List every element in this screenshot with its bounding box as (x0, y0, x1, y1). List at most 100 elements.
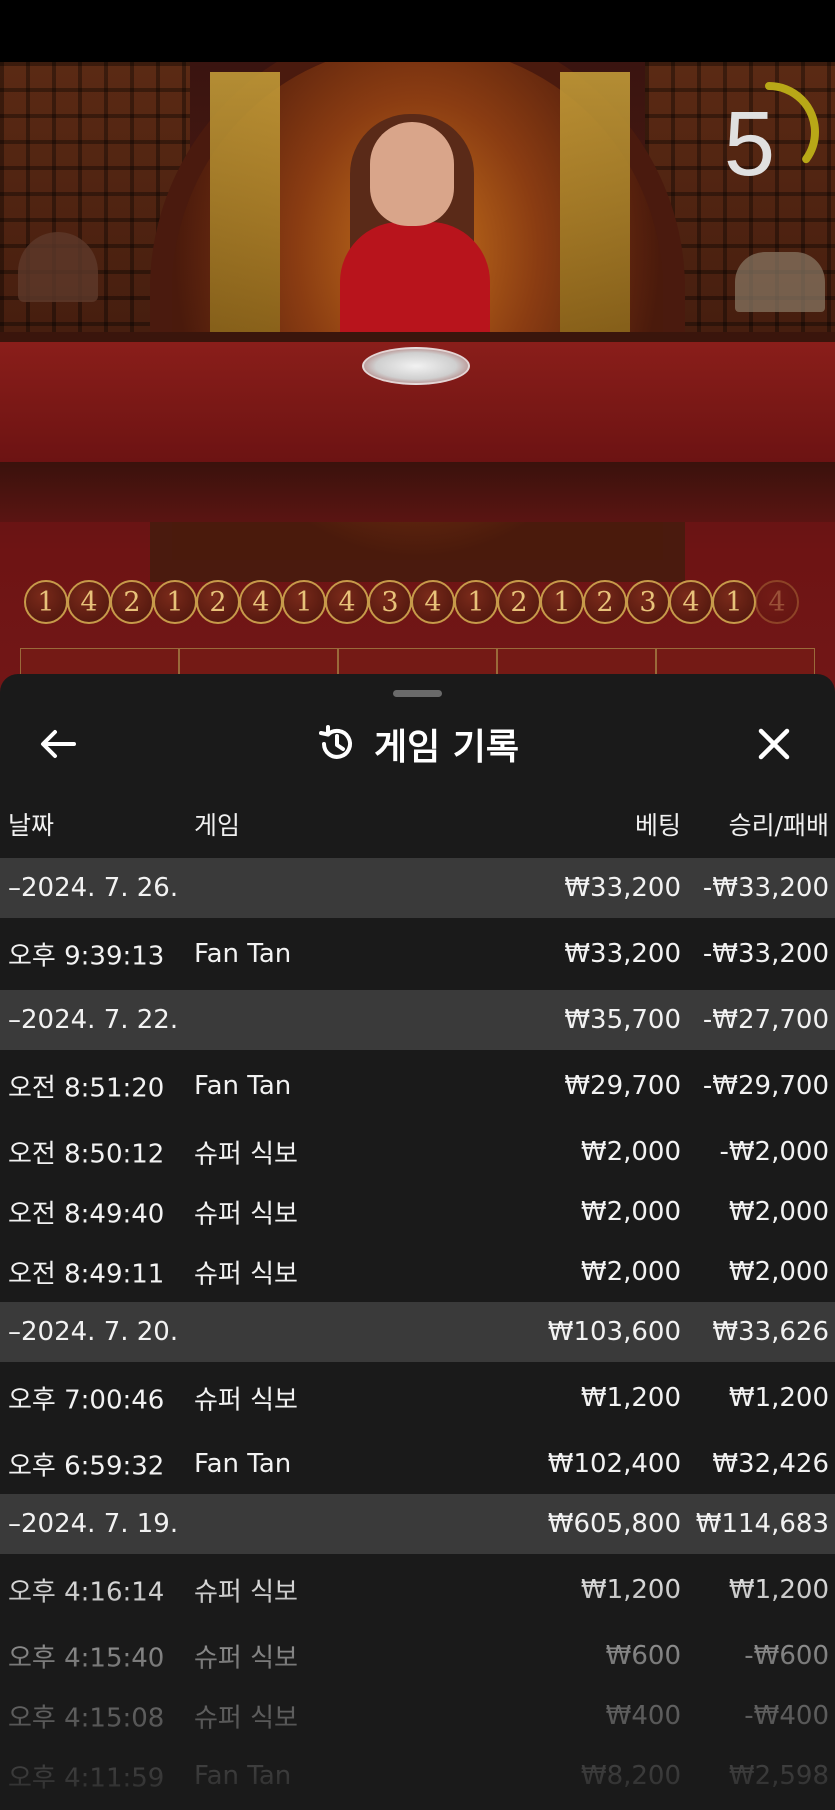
bet-amount: ₩2,000 (580, 1257, 681, 1287)
sheet-drag-handle[interactable] (393, 690, 442, 697)
roadmap-ball: 2 (583, 580, 627, 624)
history-row[interactable]: 오후 6:59:32 Fan Tan ₩102,400 ₩32,426 (0, 1434, 835, 1494)
countdown-value: 5 (723, 93, 775, 195)
roadmap-ball: 4 (239, 580, 283, 624)
round-time: 오후 4:11:59 (8, 1763, 165, 1794)
date-group-row[interactable]: –2024. 7. 19. ₩605,800 ₩114,683 (0, 1494, 835, 1554)
round-time: 오후 9:39:13 (8, 941, 165, 972)
column-header-result: 승리/패배 (728, 811, 829, 840)
date-group-row[interactable]: –2024. 7. 20. ₩103,600 ₩33,626 (0, 1302, 835, 1362)
bet-amount: ₩600 (605, 1641, 681, 1671)
win-loss-amount: ₩32,426 (712, 1449, 829, 1479)
bet-amount: ₩2,000 (580, 1137, 681, 1167)
round-time: 오전 8:51:20 (8, 1073, 165, 1104)
history-row[interactable]: 오후 4:15:08 슈퍼 식보 ₩400 -₩400 (0, 1686, 835, 1746)
bet-amount: ₩33,200 (564, 939, 681, 969)
round-time: 오전 8:49:11 (8, 1259, 165, 1290)
round-time: 오후 4:15:08 (8, 1703, 165, 1734)
date-group-row[interactable]: –2024. 7. 22. ₩35,700 -₩27,700 (0, 990, 835, 1050)
bead-bowl (362, 347, 470, 385)
game-name: 슈퍼 식보 (194, 1643, 298, 1674)
game-name: Fan Tan (194, 1071, 292, 1101)
group-bet-total: ₩33,200 (564, 873, 681, 903)
round-time: 오전 8:50:12 (8, 1139, 165, 1170)
roadmap-ball: 1 (454, 580, 498, 624)
roadmap-ball: 4 (411, 580, 455, 624)
roadmap-ball: 3 (626, 580, 670, 624)
roadmap-ball: 1 (712, 580, 756, 624)
history-row[interactable]: 오후 4:15:40 슈퍼 식보 ₩600 -₩600 (0, 1626, 835, 1686)
dragon-statue (735, 252, 825, 312)
game-name: 슈퍼 식보 (194, 1259, 298, 1290)
sheet-header: 게임 기록 (0, 716, 835, 772)
round-time: 오후 4:15:40 (8, 1643, 165, 1674)
roadmap-ball: 2 (196, 580, 240, 624)
history-row[interactable]: 오전 8:51:20 Fan Tan ₩29,700 -₩29,700 (0, 1050, 835, 1122)
win-loss-amount: ₩2,598 (728, 1761, 829, 1791)
status-bar (0, 0, 835, 62)
win-loss-amount: ₩2,000 (728, 1197, 829, 1227)
roadmap-ball: 1 (153, 580, 197, 624)
game-name: Fan Tan (194, 939, 292, 969)
bonsai-decoration (18, 232, 98, 302)
group-result-total: -₩27,700 (702, 1005, 829, 1035)
roadmap-ball: 4 (669, 580, 713, 624)
win-loss-amount: ₩1,200 (728, 1383, 829, 1413)
date-group-row[interactable]: –2024. 7. 26. ₩33,200 -₩33,200 (0, 858, 835, 918)
bet-amount: ₩8,200 (580, 1761, 681, 1791)
roadmap-ball: 2 (110, 580, 154, 624)
win-loss-amount: ₩1,200 (728, 1575, 829, 1605)
history-row[interactable]: 오후 4:16:14 슈퍼 식보 ₩1,200 ₩1,200 (0, 1554, 835, 1626)
bet-amount: ₩102,400 (547, 1449, 681, 1479)
roadmap-ball: 1 (24, 580, 68, 624)
history-icon (318, 725, 352, 759)
game-name: Fan Tan (194, 1449, 292, 1479)
game-name: 슈퍼 식보 (194, 1577, 298, 1608)
roadmap-ball: 2 (497, 580, 541, 624)
roadmap-ball: 4 (325, 580, 369, 624)
bet-amount: ₩29,700 (564, 1071, 681, 1101)
game-name: 슈퍼 식보 (194, 1385, 298, 1416)
bet-amount: ₩1,200 (580, 1383, 681, 1413)
column-header-bet: 베팅 (634, 811, 681, 840)
round-time: 오후 7:00:46 (8, 1385, 165, 1416)
game-name: 슈퍼 식보 (194, 1703, 298, 1734)
group-bet-total: ₩103,600 (547, 1317, 681, 1347)
history-row[interactable]: 오전 8:49:11 슈퍼 식보 ₩2,000 ₩2,000 (0, 1242, 835, 1302)
history-table-body: –2024. 7. 26. ₩33,200 -₩33,200 오후 9:39:13 Fa… (0, 858, 835, 1806)
game-table-front (0, 462, 835, 522)
win-loss-amount: -₩400 (744, 1701, 829, 1731)
sheet-title: 게임 기록 (373, 727, 519, 768)
round-time: 오후 6:59:32 (8, 1451, 165, 1482)
history-row[interactable]: 오전 8:49:40 슈퍼 식보 ₩2,000 ₩2,000 (0, 1182, 835, 1242)
roadmap-ball: 3 (368, 580, 412, 624)
win-loss-amount: ₩2,000 (728, 1257, 829, 1287)
group-result-total: ₩114,683 (695, 1509, 829, 1539)
close-icon (758, 728, 790, 760)
close-button[interactable] (752, 722, 796, 766)
history-row[interactable]: 오전 8:50:12 슈퍼 식보 ₩2,000 -₩2,000 (0, 1122, 835, 1182)
bet-amount: ₩1,200 (580, 1575, 681, 1605)
game-name: Fan Tan (194, 1761, 292, 1791)
win-loss-amount: -₩2,000 (719, 1137, 829, 1167)
group-date: –2024. 7. 20. (8, 1317, 179, 1347)
group-bet-total: ₩35,700 (564, 1005, 681, 1035)
group-bet-total: ₩605,800 (547, 1509, 681, 1539)
history-row[interactable]: 오후 4:11:59 Fan Tan ₩8,200 ₩2,598 (0, 1746, 835, 1806)
game-history-sheet: 게임 기록 날짜 게임 베팅 승리/패배 –2024. 7. 26. ₩33,20… (0, 674, 835, 1810)
roadmap-ball: 1 (540, 580, 584, 624)
round-time: 오전 8:49:40 (8, 1199, 165, 1230)
game-name: 슈퍼 식보 (194, 1199, 298, 1230)
column-header-game: 게임 (194, 811, 241, 840)
group-date: –2024. 7. 26. (8, 873, 179, 903)
roadmap-ball: 1 (282, 580, 326, 624)
history-row[interactable]: 오후 9:39:13 Fan Tan ₩33,200 -₩33,200 (0, 918, 835, 990)
column-header-date: 날짜 (8, 811, 55, 840)
round-time: 오후 4:16:14 (8, 1577, 165, 1608)
dealer-head (370, 122, 454, 226)
lantern-panel (560, 72, 630, 332)
game-name: 슈퍼 식보 (194, 1139, 298, 1170)
group-date: –2024. 7. 22. (8, 1005, 179, 1035)
history-row[interactable]: 오후 7:00:46 슈퍼 식보 ₩1,200 ₩1,200 (0, 1362, 835, 1434)
result-roadmap: 142124143412123414 (24, 578, 835, 626)
